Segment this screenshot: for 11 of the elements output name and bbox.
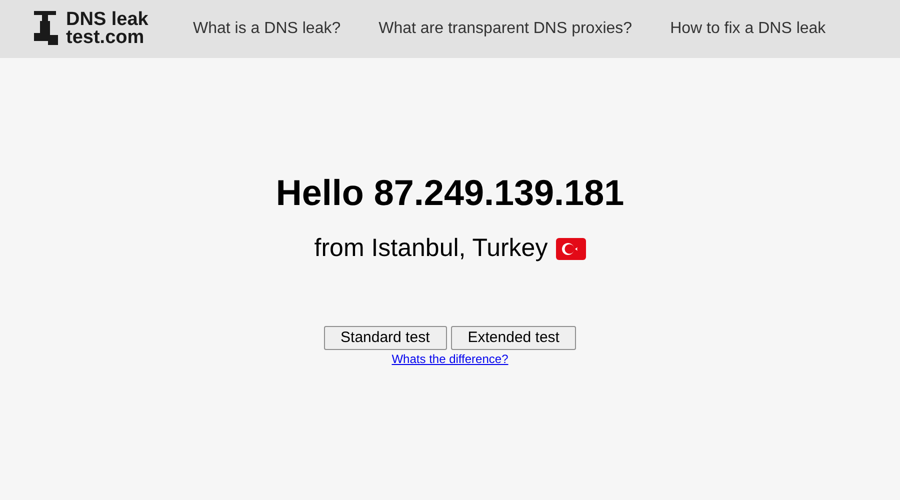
- test-button[interactable]: Standard test: [324, 326, 447, 350]
- logo-text: DNS leak: [66, 11, 148, 29]
- difference-link[interactable]: Whats the difference?: [392, 350, 508, 368]
- greeting-heading: Hello 87.249.139.181: [276, 171, 624, 215]
- test-button[interactable]: Extended test: [450, 326, 576, 350]
- flag-icon: [556, 238, 586, 260]
- nav-link[interactable]: What is a DNS leak?: [193, 17, 341, 41]
- nav-link[interactable]: How to fix a DNS leak: [670, 17, 826, 41]
- nav-link[interactable]: What are transparent DNS proxies?: [378, 17, 632, 41]
- logo-text: test.com: [66, 29, 146, 47]
- location-text: from Istanbul, Turkey: [314, 233, 548, 264]
